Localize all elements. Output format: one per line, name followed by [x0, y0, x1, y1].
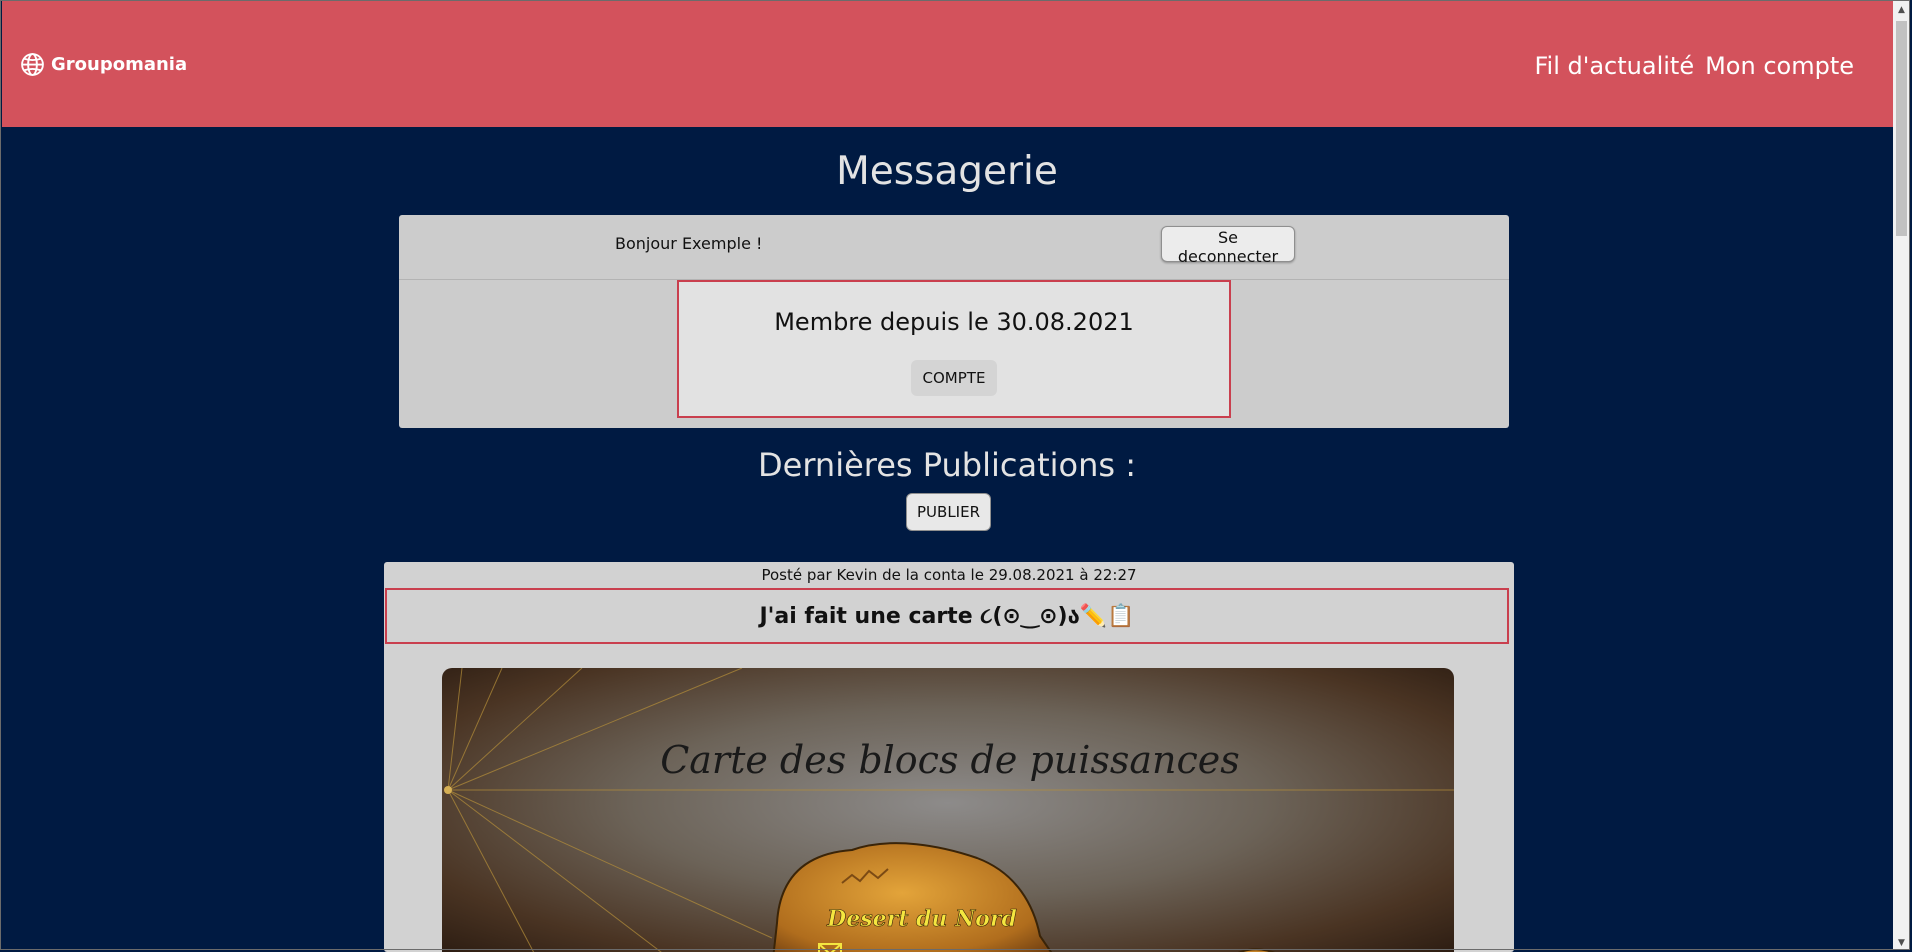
top-navbar: Groupomania Fil d'actualité Mon compte	[2, 1, 1894, 127]
greeting-text: Bonjour Exemple !	[615, 234, 763, 253]
nav-link-account[interactable]: Mon compte	[1705, 52, 1854, 80]
user-panel: Bonjour Exemple ! Se deconnecter Membre …	[399, 215, 1509, 428]
map-region-label: Desert du Nord	[826, 906, 1017, 932]
scroll-thumb[interactable]	[1896, 21, 1907, 236]
brand[interactable]: Groupomania	[20, 52, 187, 77]
logout-button[interactable]: Se deconnecter	[1161, 226, 1295, 266]
post-title-box: J'ai fait une carte ૮(⊙‿⊙)ა✏️📋	[385, 588, 1509, 644]
user-panel-header: Bonjour Exemple ! Se deconnecter	[399, 215, 1509, 280]
scroll-down-arrow-icon[interactable]: ▼	[1893, 938, 1910, 948]
page-title: Messagerie	[836, 149, 1058, 194]
scroll-up-arrow-icon[interactable]: ▲	[1893, 5, 1910, 15]
map-illustration: Carte des blocs de puissances Desert du …	[442, 668, 1454, 952]
post-meta: Posté par Kevin de la conta le 29.08.202…	[761, 566, 1137, 584]
post-card: Posté par Kevin de la conta le 29.08.202…	[384, 562, 1514, 952]
compass-point-icon	[444, 786, 452, 794]
main-nav: Fil d'actualité Mon compte	[1534, 52, 1854, 80]
post-title: J'ai fait une carte ૮(⊙‿⊙)ა✏️📋	[759, 604, 1135, 629]
map-title: Carte des blocs de puissances	[660, 738, 1240, 782]
publish-button[interactable]: PUBLIER	[906, 493, 991, 531]
account-button[interactable]: COMPTE	[911, 360, 997, 396]
latest-posts-heading: Dernières Publications :	[758, 446, 1136, 484]
nav-link-feed[interactable]: Fil d'actualité	[1534, 52, 1694, 80]
page-scrollbar[interactable]: ▲ ▼	[1893, 1, 1910, 950]
member-info-card: Membre depuis le 30.08.2021 COMPTE	[677, 280, 1231, 418]
post-image[interactable]: Carte des blocs de puissances Desert du …	[442, 668, 1454, 952]
globe-icon	[21, 53, 44, 76]
brand-name: Groupomania	[51, 54, 188, 75]
member-since-text: Membre depuis le 30.08.2021	[774, 308, 1134, 336]
